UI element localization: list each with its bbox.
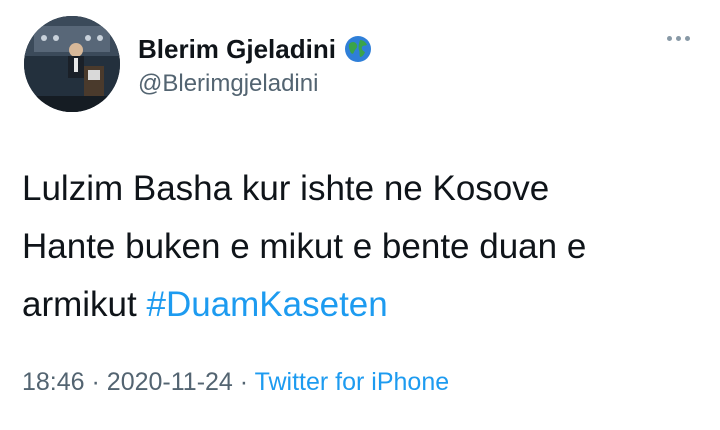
more-dot-icon — [667, 36, 672, 41]
hashtag-link[interactable]: #DuamKaseten — [146, 285, 387, 324]
tweet-line: Lulzim Basha kur ishte ne Kosove — [22, 169, 550, 208]
more-options-button[interactable] — [667, 36, 690, 41]
more-dot-icon — [676, 36, 681, 41]
avatar[interactable] — [24, 16, 120, 112]
display-name[interactable]: Blerim Gjeladini — [138, 34, 336, 64]
tweet-meta: 18:46 · 2020-11-24 · Twitter for iPhone — [22, 366, 449, 398]
name-row: Blerim Gjeladini — [138, 34, 372, 64]
avatar-photo — [24, 16, 120, 112]
tweet-text: Lulzim Basha kur ishte ne Kosove Hante b… — [22, 160, 702, 334]
tweet-source-link[interactable]: Twitter for iPhone — [255, 368, 450, 396]
tweet-card: Blerim Gjeladini @Blerimgjeladini Lulzim… — [0, 0, 720, 430]
meta-separator: · — [239, 368, 249, 396]
user-handle[interactable]: @Blerimgjeladini — [138, 70, 372, 98]
tweet-date[interactable]: 2020-11-24 — [107, 368, 233, 396]
author-info: Blerim Gjeladini @Blerimgjeladini — [138, 34, 372, 98]
tweet-time[interactable]: 18:46 — [22, 368, 85, 396]
tweet-line-text: armikut — [22, 285, 137, 324]
globe-icon — [344, 35, 372, 63]
meta-separator: · — [91, 368, 100, 396]
tweet-line-last: armikut #DuamKaseten — [22, 276, 702, 334]
more-dot-icon — [685, 36, 690, 41]
tweet-line: Hante buken e mikut e bente duan e — [22, 227, 587, 266]
